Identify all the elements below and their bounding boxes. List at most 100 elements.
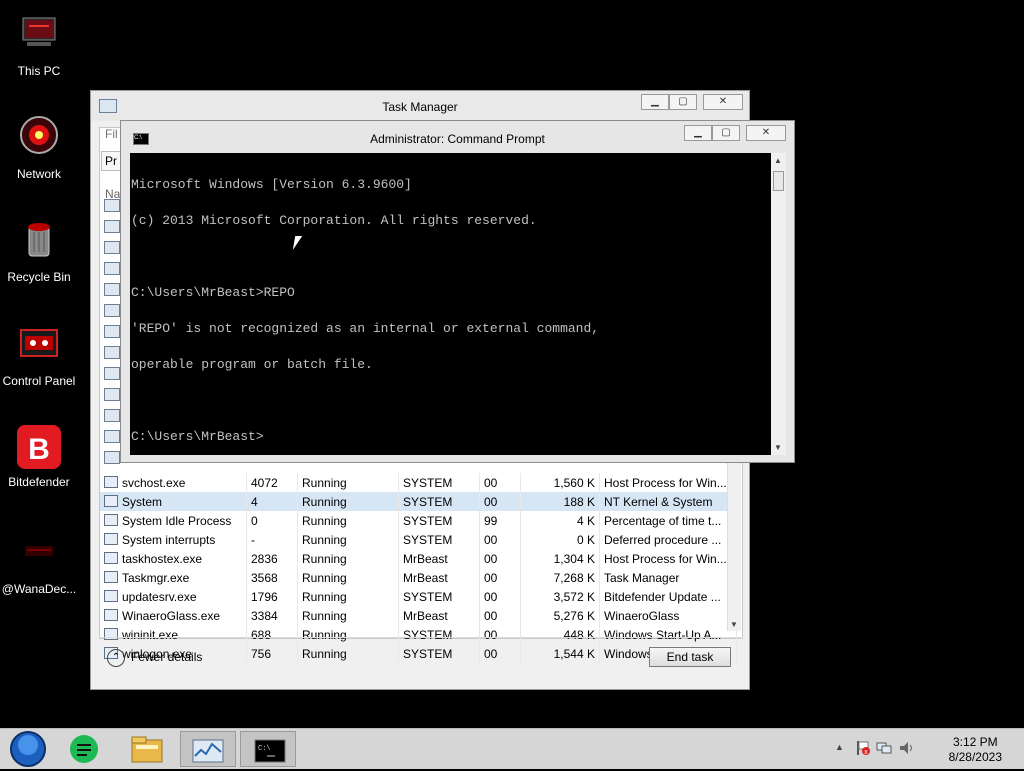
console-line: operable program or batch file. [131, 357, 373, 372]
network-icon [15, 115, 63, 163]
table-row[interactable]: wininit.exe 688 Running SYSTEM 00 448 K Window… [100, 625, 737, 644]
process-list-scrollbar[interactable]: ▼ [727, 461, 741, 631]
svg-text:C:\: C:\ [258, 745, 271, 753]
taskbar-command-prompt-button[interactable]: C:\ [240, 731, 296, 767]
table-row[interactable]: System interrupts - Running SYSTEM 00 0 K Defe… [100, 530, 737, 549]
process-cpu-cell: 00 [479, 644, 521, 663]
menu-file[interactable]: Fil [105, 127, 118, 141]
desktop-icon-this-pc[interactable]: This PC [0, 12, 78, 78]
process-memory: 448 K [563, 627, 595, 642]
process-cpu: 00 [484, 532, 498, 547]
action-center-flag-icon[interactable]: x [856, 740, 870, 756]
process-icon [104, 451, 120, 464]
console-output[interactable]: Microsoft Windows [Version 6.3.9600] (c)… [130, 153, 771, 455]
process-status: Running [302, 608, 347, 623]
desktop-icon-label: @WanaDec... [1, 582, 77, 596]
process-user: SYSTEM [403, 513, 453, 528]
clock-date: 8/28/2023 [948, 750, 1002, 764]
process-user-cell: MrBeast [398, 606, 480, 625]
process-user-cell: SYSTEM [398, 644, 480, 663]
process-description: Host Process for Win... [604, 551, 727, 566]
process-cpu-cell: 00 [479, 587, 521, 606]
start-button[interactable] [2, 731, 58, 767]
process-status-cell: Running [297, 473, 399, 492]
tab-processes[interactable]: Pr [101, 151, 121, 171]
svg-text:B: B [28, 433, 50, 466]
show-hidden-icons-chevron-icon[interactable]: ▲ [835, 742, 844, 752]
scroll-down-icon[interactable]: ▼ [774, 443, 782, 452]
process-memory: 1,544 K [553, 646, 595, 661]
volume-icon[interactable] [898, 740, 914, 759]
process-cpu-cell: 00 [479, 473, 521, 492]
taskbar-task-manager-button[interactable] [180, 731, 236, 767]
table-row[interactable]: svchost.exe 4072 Running SYSTEM 00 1,560 K Hos… [100, 473, 737, 492]
maximize-button[interactable]: ▢ [669, 94, 697, 110]
process-icon [104, 409, 120, 422]
maximize-icon: ▢ [721, 127, 731, 138]
close-button[interactable]: ✕ [703, 94, 743, 110]
process-pid-cell: 756 [246, 644, 298, 663]
process-user-cell: MrBeast [398, 568, 480, 587]
clock-time: 3:12 PM [952, 735, 998, 749]
process-icon [104, 346, 120, 359]
end-task-button[interactable]: End task [649, 647, 731, 667]
process-description-cell: Host Process for Win... [599, 549, 737, 568]
process-user: MrBeast [403, 608, 448, 623]
desktop-icon-recycle-bin[interactable]: Recycle Bin [0, 218, 78, 284]
console-line: (c) 2013 Microsoft Corporation. All righ… [131, 213, 537, 228]
close-button[interactable]: ✕ [746, 125, 786, 141]
scroll-up-icon[interactable]: ▲ [774, 156, 782, 165]
process-pid: - [251, 532, 255, 547]
table-row[interactable]: WinaeroGlass.exe 3384 Running MrBeast 00 5,27… [100, 606, 737, 625]
process-name-cell: taskhostex.exe [100, 549, 247, 568]
process-user-cell: SYSTEM [398, 587, 480, 606]
desktop-icon-bitdefender[interactable]: B Bitdefender [0, 423, 78, 489]
process-status: Running [302, 551, 347, 566]
scrollbar-thumb[interactable] [773, 171, 784, 191]
minimize-button[interactable]: ▁ [641, 94, 669, 110]
maximize-button[interactable]: ▢ [712, 125, 740, 141]
system-clock[interactable]: 3:12 PM 8/28/2023 [949, 735, 1002, 765]
desktop-icon-control-panel[interactable]: Control Panel [0, 322, 78, 388]
process-status-cell: Running [297, 606, 399, 625]
process-name-cell: Taskmgr.exe [100, 568, 247, 587]
process-memory-cell: 7,268 K [520, 568, 600, 587]
table-row[interactable]: System Idle Process 0 Running SYSTEM 99 4 K Pe… [100, 511, 737, 530]
table-row[interactable]: updatesrv.exe 1796 Running SYSTEM 00 3,572 K B… [100, 587, 737, 606]
scroll-down-icon[interactable]: ▼ [730, 620, 738, 629]
task-manager-titlebar[interactable]: Task Manager ▁ ▢ ✕ [91, 91, 749, 121]
process-memory: 7,268 K [553, 570, 595, 585]
table-row[interactable]: taskhostex.exe 2836 Running MrBeast 00 1,304 … [100, 549, 737, 568]
desktop-icon-network[interactable]: Network [0, 115, 78, 181]
process-memory-cell: 4 K [520, 511, 600, 530]
minimize-button[interactable]: ▁ [684, 125, 712, 141]
process-cpu: 00 [484, 646, 498, 661]
process-description: NT Kernel & System [604, 494, 713, 509]
table-row[interactable]: System 4 Running SYSTEM 00 188 K NT Kernel & S… [100, 492, 737, 511]
process-memory-cell: 0 K [520, 530, 600, 549]
console-scrollbar[interactable]: ▲ ▼ [771, 153, 786, 455]
process-user-cell: SYSTEM [398, 530, 480, 549]
command-prompt-titlebar[interactable]: C:\ Administrator: Command Prompt ▁ ▢ ✕ [121, 121, 794, 153]
process-icon [104, 532, 118, 545]
process-memory-cell: 3,572 K [520, 587, 600, 606]
process-memory-cell: 1,544 K [520, 644, 600, 663]
taskbar-file-explorer-button[interactable] [120, 731, 176, 767]
network-tray-icon[interactable] [876, 740, 892, 759]
command-prompt-icon: C:\ [254, 739, 286, 763]
taskbar-notes-app-button[interactable] [58, 731, 114, 767]
process-memory-cell: 448 K [520, 625, 600, 644]
fewer-details-button[interactable]: ⌃ Fewer details [107, 649, 202, 667]
process-pid-cell: 3384 [246, 606, 298, 625]
desktop-icon-wanadecryptor[interactable]: @WanaDec... [0, 530, 78, 596]
process-cpu-cell: 00 [479, 606, 521, 625]
table-row[interactable]: Taskmgr.exe 3568 Running MrBeast 00 7,268 K Ta… [100, 568, 737, 587]
process-description: WinaeroGlass [604, 608, 680, 623]
process-user: SYSTEM [403, 494, 453, 509]
command-prompt-window[interactable]: C:\ Administrator: Command Prompt ▁ ▢ ✕ … [120, 120, 795, 463]
process-status-cell: Running [297, 511, 399, 530]
desktop-icon-label: Recycle Bin [7, 270, 71, 284]
console-prompt-line[interactable]: C:\Users\MrBeast> [131, 430, 771, 443]
